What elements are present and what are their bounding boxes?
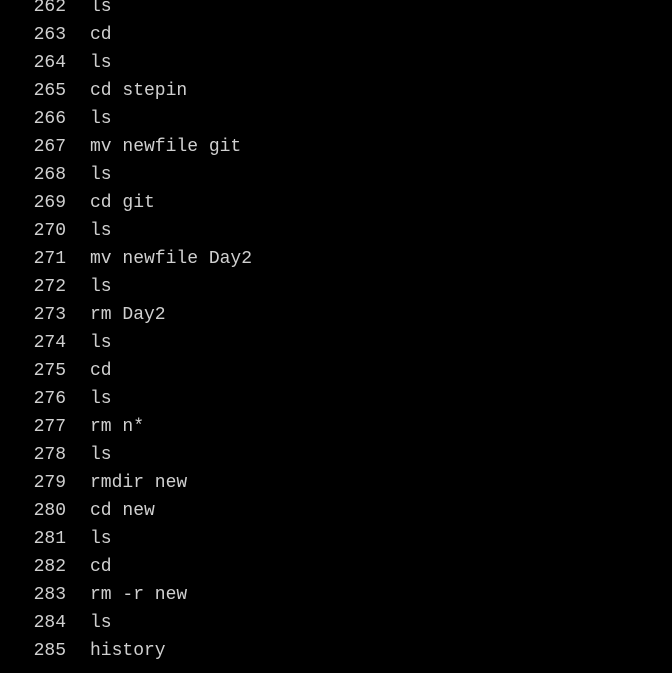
history-command: history <box>90 641 166 661</box>
history-command: rmdir new <box>90 473 188 493</box>
history-command: ls <box>90 389 112 409</box>
history-command: rm n* <box>90 417 145 437</box>
history-line: 276 ls <box>0 385 252 413</box>
history-command: ls <box>90 529 112 549</box>
history-number: 285 <box>33 641 66 661</box>
history-number: 262 <box>33 0 66 17</box>
history-command: mv newfile Day2 <box>90 249 253 269</box>
history-command: rm Day2 <box>90 305 166 325</box>
history-number: 279 <box>33 473 66 493</box>
history-number: 265 <box>33 81 66 101</box>
history-number: 273 <box>33 305 66 325</box>
history-line: 267 mv newfile git <box>0 133 252 161</box>
history-command: ls <box>90 53 112 73</box>
history-number: 272 <box>33 277 66 297</box>
history-command: ls <box>90 613 112 633</box>
history-number: 269 <box>33 193 66 213</box>
history-command: cd new <box>90 501 155 521</box>
history-line: 275 cd <box>0 357 252 385</box>
history-line: 266 ls <box>0 105 252 133</box>
history-number: 270 <box>33 221 66 241</box>
history-line: 283 rm -r new <box>0 581 252 609</box>
history-line: 264 ls <box>0 49 252 77</box>
history-number: 263 <box>33 25 66 45</box>
history-line: 265 cd stepin <box>0 77 252 105</box>
history-line: 273 rm Day2 <box>0 301 252 329</box>
history-line: 284 ls <box>0 609 252 637</box>
history-command: ls <box>90 277 112 297</box>
history-number: 282 <box>33 557 66 577</box>
history-command: cd <box>90 361 112 381</box>
history-command: ls <box>90 445 112 465</box>
history-line: 280 cd new <box>0 497 252 525</box>
history-command: ls <box>90 221 112 241</box>
history-number: 268 <box>33 165 66 185</box>
history-line: 282 cd <box>0 553 252 581</box>
history-command: ls <box>90 0 112 17</box>
history-number: 280 <box>33 501 66 521</box>
history-command: cd <box>90 25 112 45</box>
history-command: cd git <box>90 193 155 213</box>
terminal-window[interactable]: 262 ls 263 cd 264 ls 265 cd stepin 266 ls 267… <box>0 0 672 673</box>
history-line: 263 cd <box>0 21 252 49</box>
history-line: 274 ls <box>0 329 252 357</box>
history-line: 262 ls <box>0 0 252 21</box>
history-command: mv newfile git <box>90 137 242 157</box>
history-number: 275 <box>33 361 66 381</box>
history-command: rm -r new <box>90 585 188 605</box>
history-number: 281 <box>33 529 66 549</box>
history-line: 278 ls <box>0 441 252 469</box>
history-line: 279 rmdir new <box>0 469 252 497</box>
history-command: ls <box>90 333 112 353</box>
history-number: 266 <box>33 109 66 129</box>
history-line: 269 cd git <box>0 189 252 217</box>
history-number: 267 <box>33 137 66 157</box>
history-number: 278 <box>33 445 66 465</box>
history-line: 268 ls <box>0 161 252 189</box>
history-line: 281 ls <box>0 525 252 553</box>
history-line: 271 mv newfile Day2 <box>0 245 252 273</box>
history-number: 276 <box>33 389 66 409</box>
history-line: 270 ls <box>0 217 252 245</box>
history-output: 262 ls 263 cd 264 ls 265 cd stepin 266 ls 267… <box>0 0 252 665</box>
history-number: 271 <box>33 249 66 269</box>
history-number: 277 <box>33 417 66 437</box>
history-command: ls <box>90 165 112 185</box>
history-number: 283 <box>33 585 66 605</box>
history-number: 264 <box>33 53 66 73</box>
history-line: 285 history <box>0 637 252 665</box>
history-line: 277 rm n* <box>0 413 252 441</box>
history-line: 272 ls <box>0 273 252 301</box>
history-command: cd <box>90 557 112 577</box>
history-number: 274 <box>33 333 66 353</box>
history-command: ls <box>90 109 112 129</box>
history-number: 284 <box>33 613 66 633</box>
history-command: cd stepin <box>90 81 188 101</box>
